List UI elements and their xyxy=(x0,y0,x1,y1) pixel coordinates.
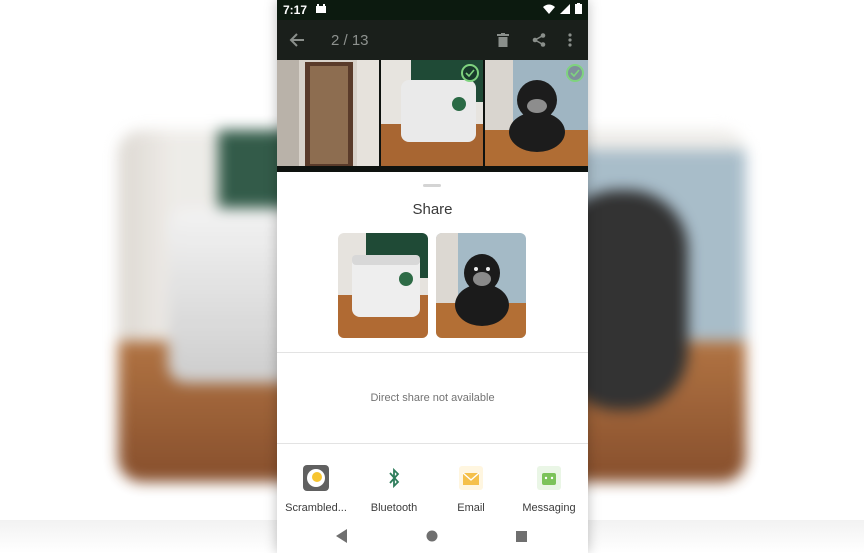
share-app-label: Email xyxy=(457,502,485,514)
gallery-grid xyxy=(277,60,588,172)
notification-icon xyxy=(315,3,327,17)
share-sheet: Share Direct share not available Scrambl… xyxy=(277,172,588,553)
messaging-icon xyxy=(535,464,563,492)
selected-check-icon xyxy=(461,64,479,82)
wifi-icon xyxy=(543,3,555,17)
bluetooth-icon xyxy=(380,464,408,492)
divider xyxy=(277,352,588,353)
share-icon[interactable] xyxy=(528,30,550,50)
nav-home-icon[interactable] xyxy=(424,528,440,544)
status-time: 7:17 xyxy=(283,3,308,17)
share-app-bluetooth[interactable]: Bluetooth xyxy=(355,464,433,514)
selected-check-icon xyxy=(566,64,584,82)
image-counter: 2 / 13 xyxy=(331,32,369,49)
preview-thumb-suitcase xyxy=(338,233,428,338)
divider xyxy=(277,443,588,444)
gallery-thumb-suitcase[interactable] xyxy=(381,60,483,166)
delete-icon[interactable] xyxy=(492,30,514,50)
share-app-label: Bluetooth xyxy=(370,502,418,514)
share-app-email[interactable]: Email xyxy=(432,464,510,514)
more-vert-icon[interactable] xyxy=(559,30,581,50)
battery-icon xyxy=(575,3,582,17)
share-app-label: Scrambled... xyxy=(285,502,347,514)
scrambled-exif-icon xyxy=(302,464,330,492)
nav-recents-icon[interactable] xyxy=(513,528,529,544)
email-icon xyxy=(457,464,485,492)
back-arrow-icon[interactable] xyxy=(286,30,308,50)
app-toolbar: 2 / 13 xyxy=(277,20,588,60)
system-nav-bar xyxy=(277,519,588,553)
screen: 7:17 2 / 13 Share Direct share not avail… xyxy=(0,0,864,553)
status-bar: 7:17 xyxy=(277,0,588,20)
share-title: Share xyxy=(412,201,453,218)
drag-handle[interactable] xyxy=(423,184,441,187)
gallery-thumb-rug[interactable] xyxy=(277,60,379,166)
signal-icon xyxy=(560,3,570,17)
phone-screen: 7:17 2 / 13 Share Direct share not avail… xyxy=(277,0,588,553)
share-app-scrambled[interactable]: Scrambled... xyxy=(277,464,355,514)
nav-back-icon[interactable] xyxy=(334,528,350,544)
direct-share-message: Direct share not available xyxy=(370,392,495,404)
preview-thumb-monkey xyxy=(436,233,526,338)
gallery-thumb-monkey[interactable] xyxy=(485,60,588,166)
share-app-label: Messaging xyxy=(522,502,576,514)
share-app-messaging[interactable]: Messaging xyxy=(510,464,588,514)
